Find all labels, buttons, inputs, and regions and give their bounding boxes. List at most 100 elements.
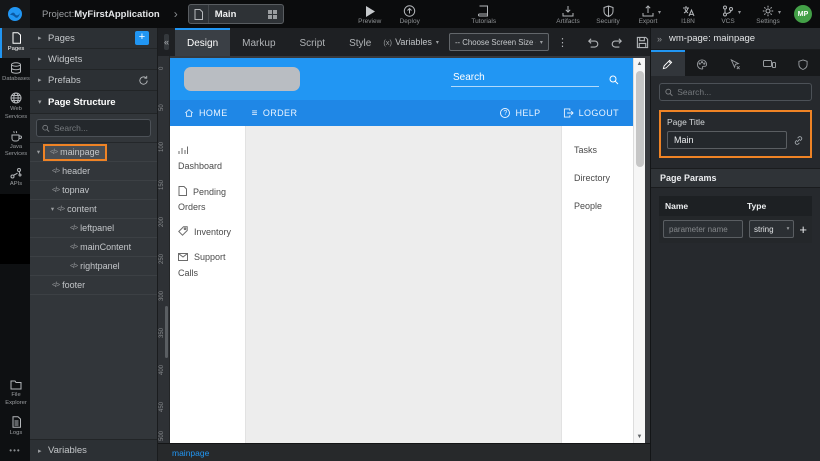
design-canvas[interactable]: Search HOME ≡ ORDER bbox=[170, 58, 645, 443]
collapse-left-panel-button[interactable]: « bbox=[164, 34, 169, 50]
wavemaker-logo[interactable] bbox=[0, 0, 30, 28]
tree-node-topnav[interactable]: </> topnav bbox=[30, 181, 157, 200]
settings-button[interactable]: ▾ Settings bbox=[755, 4, 781, 25]
menu-item-tasks[interactable]: Tasks bbox=[562, 136, 633, 164]
help-icon: ? bbox=[500, 108, 510, 118]
wavemaker-logo-icon bbox=[7, 6, 23, 22]
page-icon bbox=[189, 5, 209, 23]
nav-order[interactable]: ≡ ORDER bbox=[252, 108, 298, 119]
canvas-search-label[interactable]: Search bbox=[451, 72, 599, 87]
menu-item-inventory[interactable]: Inventory bbox=[178, 225, 237, 240]
i18n-button[interactable]: I18N bbox=[675, 4, 701, 25]
section-pages[interactable]: ▸ Pages + bbox=[30, 28, 157, 49]
page-title-input[interactable] bbox=[667, 131, 787, 149]
sidebar-item-apis[interactable]: APIs bbox=[0, 163, 30, 193]
tab-styles[interactable] bbox=[685, 50, 719, 76]
param-type-select[interactable]: string ▾ bbox=[749, 220, 794, 238]
tree-node-header[interactable]: </> header bbox=[30, 162, 157, 181]
page-selector-value: Main bbox=[209, 9, 268, 20]
tree-node-rightpanel[interactable]: </> rightpanel bbox=[30, 257, 157, 276]
caret-right-icon: ▸ bbox=[38, 447, 48, 455]
redo-button[interactable] bbox=[611, 36, 624, 48]
canvas-scrollbar[interactable]: ▲ ▼ bbox=[633, 58, 645, 443]
refresh-icon[interactable] bbox=[138, 75, 149, 86]
chevron-right-icon: › bbox=[174, 7, 178, 21]
scroll-down-icon[interactable]: ▼ bbox=[637, 431, 643, 443]
scrollbar-thumb[interactable] bbox=[636, 71, 644, 167]
page-selector[interactable]: Main bbox=[188, 4, 284, 24]
sidebar-item-java-services[interactable]: Java Services bbox=[0, 126, 30, 163]
caret-down-icon[interactable]: ▾ bbox=[48, 205, 57, 213]
properties-search-input[interactable] bbox=[677, 87, 806, 97]
sidebar-item-pages[interactable]: Pages bbox=[0, 28, 30, 58]
search-icon bbox=[42, 124, 50, 133]
preview-button[interactable]: Preview bbox=[357, 4, 383, 25]
variables-dropdown[interactable]: (x) Variables ▾ bbox=[383, 37, 439, 47]
artifacts-button[interactable]: Artifacts bbox=[555, 4, 581, 25]
security-button[interactable]: Security bbox=[595, 4, 621, 25]
tab-events[interactable] bbox=[719, 50, 753, 76]
sidebar-item-logs[interactable]: Logs bbox=[0, 412, 30, 442]
tree-node-content[interactable]: ▾ </> content bbox=[30, 200, 157, 219]
nav-home[interactable]: HOME bbox=[184, 108, 228, 118]
menu-item-directory[interactable]: Directory bbox=[562, 164, 633, 192]
section-prefabs[interactable]: ▸ Prefabs bbox=[30, 70, 157, 91]
editor-center: « Design Markup Script Style (x) Variabl… bbox=[158, 28, 650, 461]
bind-link-icon[interactable] bbox=[793, 135, 804, 146]
structure-search bbox=[30, 114, 157, 143]
nav-help[interactable]: ? HELP bbox=[500, 108, 540, 118]
tab-style[interactable]: Style bbox=[337, 28, 383, 56]
structure-search-input[interactable] bbox=[54, 123, 145, 133]
menu-item-people[interactable]: People bbox=[562, 192, 633, 220]
scroll-up-icon[interactable]: ▲ bbox=[637, 58, 643, 70]
vcs-button[interactable]: ▾ VCS bbox=[715, 4, 741, 25]
envelope-icon bbox=[178, 253, 188, 261]
tab-devices[interactable] bbox=[752, 50, 786, 76]
nav-logout[interactable]: LOGOUT bbox=[563, 108, 619, 118]
column-name: Name bbox=[659, 201, 747, 211]
grid-icon[interactable] bbox=[268, 10, 277, 19]
sidebar-item-databases[interactable]: Databases bbox=[0, 58, 30, 88]
save-button[interactable] bbox=[636, 36, 649, 49]
tab-markup[interactable]: Markup bbox=[230, 28, 287, 56]
screen-size-select[interactable]: -- Choose Screen Size -- ▾ bbox=[449, 33, 549, 51]
caret-right-icon: ▸ bbox=[38, 76, 48, 84]
caret-down-icon[interactable]: ▾ bbox=[34, 148, 43, 156]
tab-security[interactable] bbox=[786, 50, 820, 76]
tree-node-footer[interactable]: </> footer bbox=[30, 276, 157, 295]
menu-item-dashboard[interactable]: Dashboard bbox=[178, 144, 237, 175]
open-page-tab[interactable]: mainpage bbox=[172, 448, 209, 458]
section-variables[interactable]: ▸ Variables bbox=[30, 439, 157, 461]
sidebar-item-web-services[interactable]: Web Services bbox=[0, 88, 30, 125]
export-button[interactable]: ▾ Export bbox=[635, 4, 661, 25]
tab-design[interactable]: Design bbox=[175, 28, 230, 56]
section-page-structure[interactable]: ▾ Page Structure bbox=[30, 91, 157, 114]
add-page-button[interactable]: + bbox=[135, 31, 149, 45]
collapse-right-panel-button[interactable]: » bbox=[657, 34, 662, 44]
tree-node-leftpanel[interactable]: </> leftpanel bbox=[30, 219, 157, 238]
sidebar-item-file-explorer[interactable]: File Explorer bbox=[0, 375, 30, 411]
canvas-app-header[interactable]: Search bbox=[170, 58, 633, 100]
project-name: MyFirstApplication bbox=[74, 9, 160, 20]
canvas-right-menu: Tasks Directory People bbox=[561, 126, 633, 443]
tree-node-maincontent[interactable]: </> mainContent bbox=[30, 238, 157, 257]
search-icon[interactable] bbox=[609, 75, 619, 87]
ruler-scroll-thumb[interactable] bbox=[165, 306, 168, 358]
user-avatar[interactable]: MP bbox=[794, 5, 812, 23]
kebab-menu-icon[interactable]: ⋮ bbox=[557, 36, 568, 49]
undo-button[interactable] bbox=[586, 36, 599, 48]
tab-properties[interactable] bbox=[651, 50, 685, 76]
tab-script[interactable]: Script bbox=[288, 28, 338, 56]
tutorials-button[interactable]: Tutorials bbox=[471, 4, 497, 25]
add-param-button[interactable]: + bbox=[794, 222, 812, 237]
canvas-search-widget[interactable]: Search bbox=[451, 72, 619, 87]
section-widgets[interactable]: ▸ Widgets bbox=[30, 49, 157, 70]
tree-node-mainpage[interactable]: ▾ </> mainpage bbox=[30, 143, 157, 162]
menu-item-pending-orders[interactable]: Pending Orders bbox=[178, 185, 237, 216]
more-options-icon[interactable]: ••• bbox=[0, 442, 30, 461]
menu-item-support-calls[interactable]: Support Calls bbox=[178, 250, 237, 281]
canvas-main-content[interactable] bbox=[246, 126, 561, 443]
deploy-button[interactable]: Deploy bbox=[397, 4, 423, 25]
param-name-input[interactable] bbox=[663, 220, 743, 238]
caret-down-icon: ▾ bbox=[540, 39, 543, 46]
